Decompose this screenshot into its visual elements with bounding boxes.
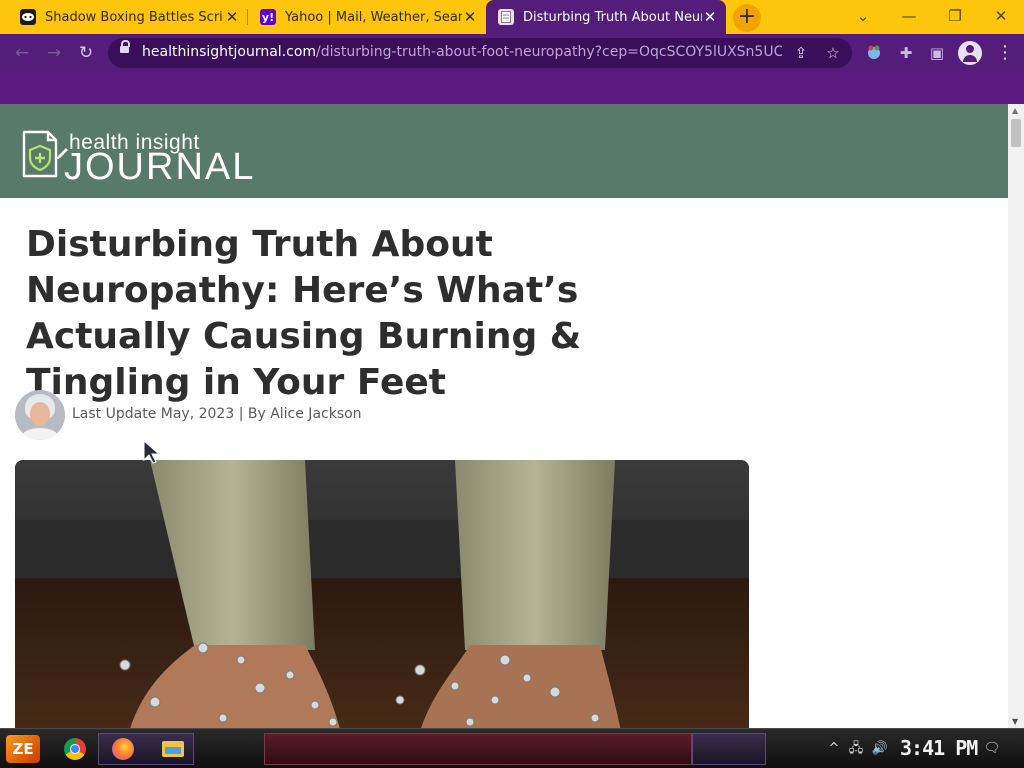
- taskbar-active-window[interactable]: [264, 733, 692, 765]
- page-icon: [498, 9, 514, 25]
- tab-yahoo[interactable]: y! Yahoo | Mail, Weather, Search ✕: [248, 0, 486, 34]
- extensions-puzzle-icon[interactable]: ✚: [896, 43, 916, 63]
- tab-title: Yahoo | Mail, Weather, Search: [285, 9, 462, 25]
- tab-title: Disturbing Truth About Neuropathy: [523, 9, 702, 25]
- new-tab-button[interactable]: +: [733, 4, 761, 32]
- author-avatar: [15, 390, 65, 440]
- tray-chevron-icon[interactable]: ^: [824, 739, 844, 759]
- chrome-icon: [64, 738, 86, 760]
- site-header: health insight JOURNAL: [0, 104, 1008, 198]
- mouse-cursor-icon: [143, 440, 161, 464]
- health-journal-logo-icon[interactable]: [18, 130, 68, 182]
- logo-text-big[interactable]: JOURNAL: [64, 146, 255, 189]
- reload-button[interactable]: ↻: [72, 40, 100, 66]
- tab-neuropathy-article[interactable]: Disturbing Truth About Neuropathy ✕: [486, 0, 726, 34]
- taskbar-window-button[interactable]: [692, 733, 766, 765]
- close-tab-icon[interactable]: ✕: [702, 9, 718, 25]
- tab-search-chevron-icon[interactable]: ⌄: [840, 0, 886, 34]
- profile-avatar-icon[interactable]: [958, 41, 982, 65]
- share-icon[interactable]: ⇪: [792, 44, 810, 62]
- extension-icon[interactable]: [864, 43, 884, 63]
- more-menu-icon[interactable]: ⋮: [995, 43, 1015, 63]
- network-icon[interactable]: 🖧: [846, 739, 866, 759]
- article-meta: Last Update May, 2023 | By Alice Jackson: [72, 406, 362, 422]
- gamepad-icon: [20, 9, 36, 25]
- close-window-button[interactable]: ✕: [978, 0, 1024, 34]
- address-bar[interactable]: healthinsightjournal.com/disturbing-trut…: [108, 38, 852, 68]
- back-button[interactable]: ←: [8, 40, 36, 66]
- taskbar-clock[interactable]: 3:41 PM: [900, 736, 978, 760]
- volume-icon[interactable]: 🔊: [870, 739, 890, 759]
- close-tab-icon[interactable]: ✕: [224, 9, 240, 25]
- bookmark-star-icon[interactable]: ☆: [824, 44, 842, 62]
- scrollbar-thumb[interactable]: [1011, 119, 1021, 147]
- url-text[interactable]: healthinsightjournal.com/disturbing-trut…: [142, 44, 782, 60]
- side-panel-icon[interactable]: ▣: [927, 43, 947, 63]
- os-taskbar: ZE ^ 🖧 🔊 3:41 PM 🗨: [0, 728, 1024, 768]
- taskbar-firefox-button[interactable]: [108, 735, 138, 763]
- restore-button[interactable]: ❐: [932, 0, 978, 34]
- scroll-up-icon[interactable]: ▲: [1012, 106, 1018, 115]
- taskbar-chrome-button[interactable]: [60, 735, 90, 763]
- page-top-banner: [0, 72, 1024, 104]
- scroll-down-icon[interactable]: ▼: [1012, 717, 1018, 726]
- lock-icon[interactable]: [120, 40, 130, 53]
- folder-icon: [162, 741, 184, 757]
- page-scrollbar[interactable]: ▲ ▼: [1008, 104, 1024, 728]
- browser-tabstrip: Shadow Boxing Battles Script ✕ y! Yahoo …: [0, 0, 1024, 34]
- close-tab-icon[interactable]: ✕: [462, 9, 478, 25]
- browser-toolbar: ← → ↻ healthinsightjournal.com/disturbin…: [0, 34, 1024, 72]
- page-viewport: health insight JOURNAL Disturbing Truth …: [0, 104, 1008, 728]
- yahoo-icon: y!: [260, 9, 276, 25]
- article-title: Disturbing Truth About Neuropathy: Here’…: [26, 224, 582, 403]
- tab-title: Shadow Boxing Battles Script: [45, 9, 224, 25]
- minimize-button[interactable]: —: [886, 0, 932, 34]
- taskbar-file-explorer-button[interactable]: [158, 735, 188, 763]
- forward-button[interactable]: →: [40, 40, 68, 66]
- start-button[interactable]: ZE: [6, 735, 40, 763]
- notifications-icon[interactable]: 🗨: [982, 739, 1002, 759]
- hero-image: [15, 460, 749, 728]
- firefox-icon: [112, 738, 134, 760]
- tab-shadow-boxing[interactable]: Shadow Boxing Battles Script ✕: [8, 0, 248, 34]
